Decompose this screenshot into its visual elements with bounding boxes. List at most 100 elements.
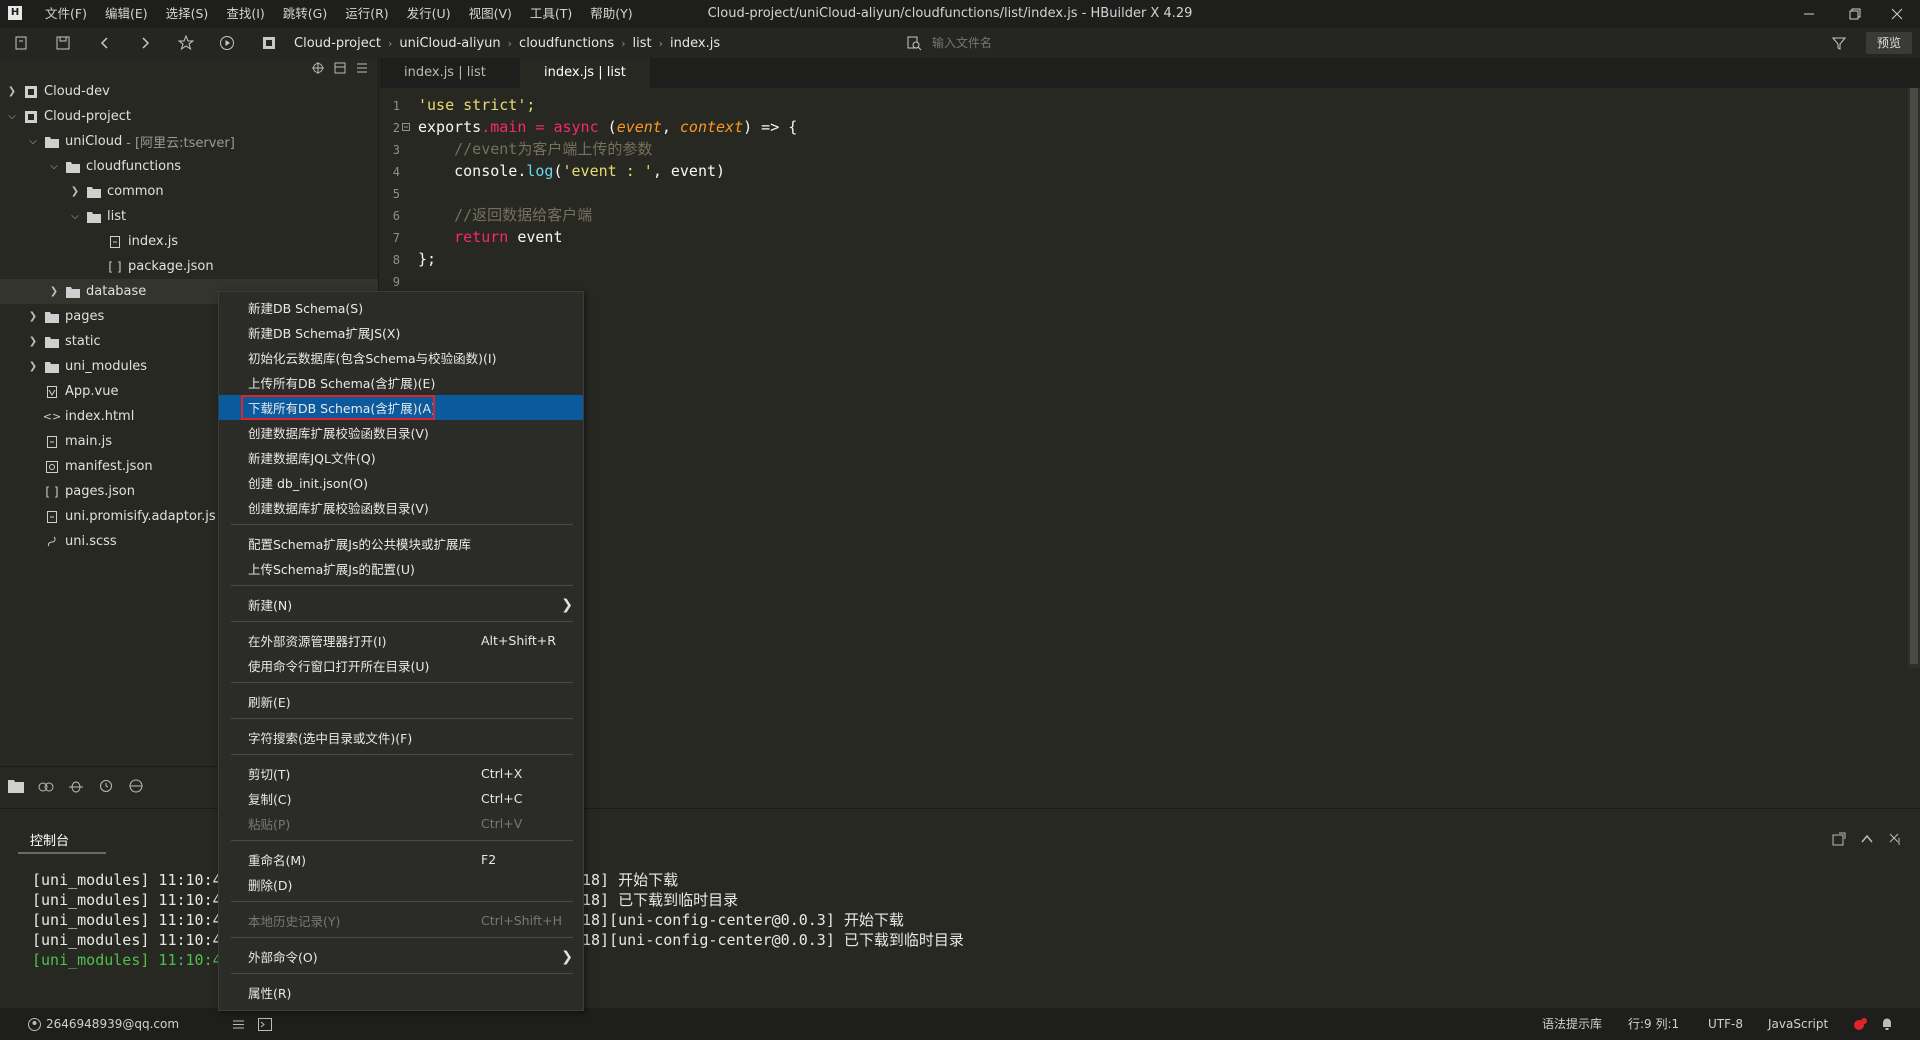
sync-icon[interactable] xyxy=(98,779,114,793)
breadcrumb-item[interactable]: Cloud-project xyxy=(290,36,385,51)
tree-item-package-json[interactable]: [ ] package.json xyxy=(0,254,378,279)
filter-icon[interactable] xyxy=(1828,32,1850,54)
tree-item-unicloud[interactable]: ⌵ uniCloud - [阿里云:tserver] xyxy=(0,129,378,154)
folder-icon xyxy=(43,311,61,323)
run-icon[interactable] xyxy=(216,32,238,54)
status-bar: 2646948939@qq.com 语法提示库 行:9 列:1 UTF-8 Ja… xyxy=(0,1008,1920,1040)
menu-item-text-search[interactable]: 字符搜索(选中目录或文件)(F) xyxy=(219,725,583,750)
status-language[interactable]: JavaScript xyxy=(1768,1008,1828,1040)
menu-item-init-cloud-db[interactable]: 初始化云数据库(包含Schema与校验函数)(I) xyxy=(219,345,583,370)
terminal-icon[interactable] xyxy=(258,1018,272,1031)
menu-item-create-validate-dir-2[interactable]: 创建数据库扩展校验函数目录(V) xyxy=(219,495,583,520)
chevron-right-icon: ❯ xyxy=(28,311,38,322)
chevron-up-icon[interactable] xyxy=(1860,832,1874,846)
menu-item-new-schema-ext-js[interactable]: 新建DB Schema扩展JS(X) xyxy=(219,320,583,345)
collapse-all-icon[interactable] xyxy=(334,62,346,74)
locate-icon[interactable] xyxy=(312,62,324,74)
menu-item-new-jql-file[interactable]: 新建数据库JQL文件(Q) xyxy=(219,445,583,470)
menu-file[interactable]: 文件(F) xyxy=(36,0,96,28)
status-syntax-hint[interactable]: 语法提示库 xyxy=(1542,1008,1602,1040)
tree-item-label: Cloud-project xyxy=(44,109,131,124)
menu-edit[interactable]: 编辑(E) xyxy=(96,0,157,28)
tree-item-cloudfunctions[interactable]: ⌵ cloudfunctions xyxy=(0,154,378,179)
file-search-icon xyxy=(907,36,922,51)
plugin-icon[interactable] xyxy=(38,779,54,793)
menu-goto[interactable]: 跳转(G) xyxy=(274,0,336,28)
tab-index-js-2[interactable]: index.js | list xyxy=(520,58,650,88)
code-editor[interactable]: 1'use strict'; 2 exports.main = async (ev… xyxy=(380,88,1920,808)
status-cursor-position[interactable]: 行:9 列:1 xyxy=(1628,1008,1679,1040)
export-icon[interactable] xyxy=(1832,832,1846,846)
close-button[interactable] xyxy=(1874,0,1920,28)
menu-item-external-commands[interactable]: 外部命令(O) ❯ xyxy=(219,944,583,969)
status-user[interactable]: 2646948939@qq.com xyxy=(46,1008,179,1040)
breadcrumb: Cloud-project › uniCloud-aliyun › cloudf… xyxy=(290,28,724,58)
menu-item-upload-all-schema[interactable]: 上传所有DB Schema(含扩展)(E) xyxy=(219,370,583,395)
more-menu-icon[interactable] xyxy=(356,62,368,74)
tree-item-common[interactable]: ❯ common xyxy=(0,179,378,204)
preview-button[interactable]: 预览 xyxy=(1866,32,1912,54)
menu-item-local-history[interactable]: 本地历史记录(Y) Ctrl+Shift+H xyxy=(219,908,583,933)
menu-item-create-db-init[interactable]: 创建 db_init.json(O) xyxy=(219,470,583,495)
star-icon[interactable] xyxy=(175,32,197,54)
menu-run[interactable]: 运行(R) xyxy=(336,0,397,28)
breadcrumb-item[interactable]: index.js xyxy=(666,36,724,51)
menu-find[interactable]: 查找(I) xyxy=(217,0,273,28)
save-icon[interactable] xyxy=(52,32,74,54)
menu-tools[interactable]: 工具(T) xyxy=(521,0,581,28)
code-line-4: 4 console.log('event : ', event) xyxy=(380,160,725,182)
console-log-prefix: [uni_modules] 11:10:4 xyxy=(32,931,222,949)
menu-item-cut[interactable]: 剪切(T) Ctrl+X xyxy=(219,761,583,786)
vue-file-icon xyxy=(43,385,61,398)
menu-item-upload-schema-config[interactable]: 上传Schema扩展Js的配置(U) xyxy=(219,556,583,581)
file-search-input[interactable] xyxy=(930,35,1534,51)
scrollbar-thumb[interactable] xyxy=(1910,88,1918,664)
minimize-button[interactable] xyxy=(1786,0,1832,28)
tree-item-cloud-project[interactable]: ⌵ Cloud-project xyxy=(0,104,378,129)
menu-item-delete[interactable]: 删除(D) xyxy=(219,872,583,897)
tree-item-label: list xyxy=(107,209,127,224)
menu-item-paste[interactable]: 粘贴(P) Ctrl+V xyxy=(219,811,583,836)
debug-icon[interactable] xyxy=(68,779,84,793)
tree-item-cloud-dev[interactable]: ❯ Cloud-dev xyxy=(0,79,378,104)
breadcrumb-item[interactable]: uniCloud-aliyun xyxy=(395,36,504,51)
menu-item-open-in-explorer[interactable]: 在外部资源管理器打开(I) Alt+Shift+R xyxy=(219,628,583,653)
menu-item-label: 使用命令行窗口打开所在目录(U) xyxy=(248,659,430,674)
breadcrumb-item[interactable]: list xyxy=(629,36,656,51)
status-encoding[interactable]: UTF-8 xyxy=(1708,1008,1743,1040)
menu-item-new[interactable]: 新建(N) ❯ xyxy=(219,592,583,617)
menu-item-refresh[interactable]: 刷新(E) xyxy=(219,689,583,714)
cloud-icon[interactable] xyxy=(128,779,144,793)
menu-publish[interactable]: 发行(U) xyxy=(398,0,460,28)
clear-icon[interactable] xyxy=(1888,832,1902,846)
tree-item-index-js[interactable]: index.js xyxy=(0,229,378,254)
code-line-1: 1 'use strict'; xyxy=(380,94,536,116)
folder-icon[interactable] xyxy=(8,779,24,793)
restore-icon xyxy=(1849,8,1861,20)
menu-item-download-all-schema[interactable]: 下载所有DB Schema(含扩展)(A) xyxy=(219,395,583,420)
forward-icon[interactable] xyxy=(134,32,156,54)
menu-item-copy[interactable]: 复制(C) Ctrl+C xyxy=(219,786,583,811)
notification-icon[interactable] xyxy=(1852,1017,1868,1031)
line-number: 6 xyxy=(392,209,400,223)
menu-item-config-schema-modules[interactable]: 配置Schema扩展Js的公共模块或扩展库 xyxy=(219,531,583,556)
fold-icon[interactable] xyxy=(402,123,410,131)
menu-item-create-validate-dir[interactable]: 创建数据库扩展校验函数目录(V) xyxy=(219,420,583,445)
menu-help[interactable]: 帮助(Y) xyxy=(581,0,641,28)
user-icon xyxy=(28,1018,41,1031)
breadcrumb-item[interactable]: cloudfunctions xyxy=(515,36,618,51)
new-file-icon[interactable] xyxy=(10,32,32,54)
back-icon[interactable] xyxy=(94,32,116,54)
restore-button[interactable] xyxy=(1832,0,1878,28)
tab-console[interactable]: 控制台 xyxy=(30,830,69,849)
list-icon[interactable] xyxy=(232,1018,245,1031)
menu-item-new-db-schema[interactable]: 新建DB Schema(S) xyxy=(219,295,583,320)
bell-icon[interactable] xyxy=(1880,1017,1894,1031)
menu-item-rename[interactable]: 重命名(M) F2 xyxy=(219,847,583,872)
tab-index-js-1[interactable]: index.js | list xyxy=(380,58,510,88)
menu-select[interactable]: 选择(S) xyxy=(157,0,218,28)
menu-item-properties[interactable]: 属性(R) xyxy=(219,980,583,1005)
menu-view[interactable]: 视图(V) xyxy=(460,0,521,28)
tree-item-list[interactable]: ⌵ list xyxy=(0,204,378,229)
menu-item-open-in-terminal[interactable]: 使用命令行窗口打开所在目录(U) xyxy=(219,653,583,678)
